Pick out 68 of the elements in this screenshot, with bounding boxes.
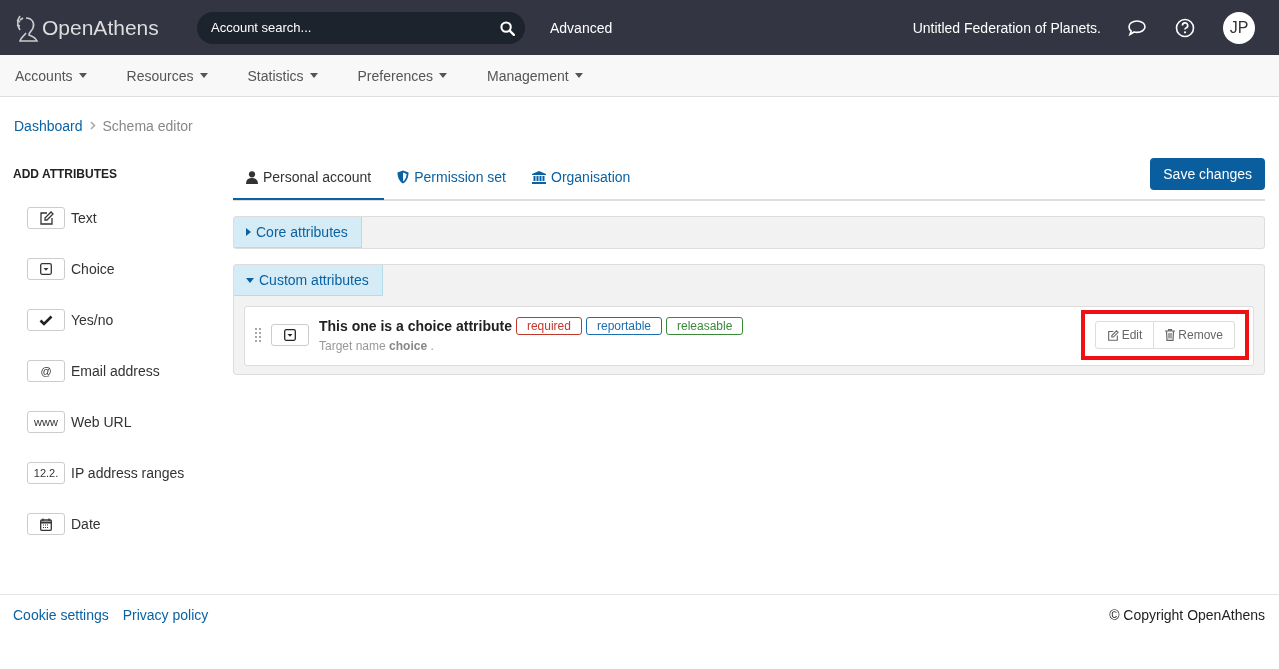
caret-icon: [309, 73, 318, 78]
account-search-field[interactable]: Account search...: [197, 11, 525, 44]
attribute-type-button[interactable]: [27, 258, 65, 280]
calendar-icon: [40, 517, 52, 531]
tab[interactable]: Permission set: [384, 159, 519, 198]
nav-menu-item[interactable]: Resources: [126, 67, 208, 84]
nav-menu-item[interactable]: Statistics: [247, 67, 318, 84]
attribute-name: This one is a choice attribute: [319, 318, 512, 334]
attribute-type-label: Web URL: [71, 414, 132, 430]
caret-icon: [199, 73, 208, 78]
logo-text: OpenAthens: [42, 15, 159, 40]
attribute-type-button[interactable]: [27, 309, 65, 331]
type-icon-text: www: [34, 416, 58, 428]
dropdown-icon: [40, 263, 52, 275]
bank-icon: [532, 170, 546, 184]
section-toggle[interactable]: Custom attributes: [234, 265, 383, 296]
advanced-link[interactable]: Advanced: [550, 19, 613, 36]
shield-icon: [397, 170, 410, 184]
attribute-type-label: Email address: [71, 363, 160, 379]
tab[interactable]: Organisation: [519, 159, 644, 198]
attribute-type-button[interactable]: www: [27, 411, 65, 433]
target-name-text: Target name choice .: [319, 339, 435, 353]
trash-icon: [1165, 329, 1176, 341]
pencil-icon: [1106, 329, 1119, 341]
attribute-tag: required: [515, 317, 582, 335]
sidebar-heading: ADD ATTRIBUTES: [13, 167, 118, 181]
caret-icon: [78, 73, 87, 78]
caret-down-icon: [246, 277, 254, 283]
nav-menu-item[interactable]: Accounts: [15, 67, 87, 84]
edit-button[interactable]: Edit: [1094, 321, 1155, 349]
chevron-icon: [89, 121, 96, 130]
check-icon: [39, 314, 53, 326]
attribute-type-button[interactable]: 12.2.: [27, 462, 65, 484]
attribute-type-label: Text: [71, 210, 97, 226]
nav-menu-item[interactable]: Management: [487, 67, 583, 84]
person-icon: [246, 170, 258, 184]
caret-right-icon: [246, 228, 251, 236]
section-toggle[interactable]: Core attributes: [234, 217, 362, 248]
organisation-name: Untitled Federation of Planets.: [912, 19, 1101, 36]
caret-icon: [574, 73, 583, 78]
attribute-tag: reportable: [585, 317, 662, 335]
breadcrumb-current: Schema editor: [102, 117, 193, 134]
attribute-type-label: IP address ranges: [71, 465, 185, 481]
search-icon[interactable]: [500, 20, 515, 36]
save-changes-button[interactable]: Save changes: [1150, 158, 1265, 190]
footer-link[interactable]: Cookie settings: [13, 607, 109, 623]
drag-handle-icon[interactable]: [255, 328, 261, 342]
caret-icon: [439, 73, 447, 78]
copyright-text: © Copyright OpenAthens: [1109, 607, 1265, 623]
attribute-type-button[interactable]: [27, 207, 65, 229]
nav-menu-item[interactable]: Preferences: [357, 67, 447, 84]
type-icon-text: @: [40, 365, 52, 377]
chat-icon[interactable]: [1127, 18, 1147, 37]
attribute-type-label: Date: [71, 516, 101, 532]
type-icon-text: 12.2.: [33, 467, 59, 479]
footer-link[interactable]: Privacy policy: [122, 607, 209, 623]
breadcrumb-link[interactable]: Dashboard: [14, 117, 83, 134]
help-icon[interactable]: [1175, 17, 1195, 38]
attribute-type-label: Yes/no: [71, 312, 114, 328]
attribute-tag: releasable: [666, 317, 744, 335]
attribute-type-button[interactable]: [27, 513, 65, 535]
pencil-icon: [38, 211, 54, 225]
attribute-type-label: Choice: [71, 261, 115, 277]
user-avatar[interactable]: JP: [1223, 11, 1255, 44]
remove-button[interactable]: Remove: [1154, 321, 1235, 349]
dropdown-icon: [284, 329, 296, 341]
attribute-type-button[interactable]: @: [27, 360, 65, 382]
tab[interactable]: Personal account: [233, 159, 385, 200]
